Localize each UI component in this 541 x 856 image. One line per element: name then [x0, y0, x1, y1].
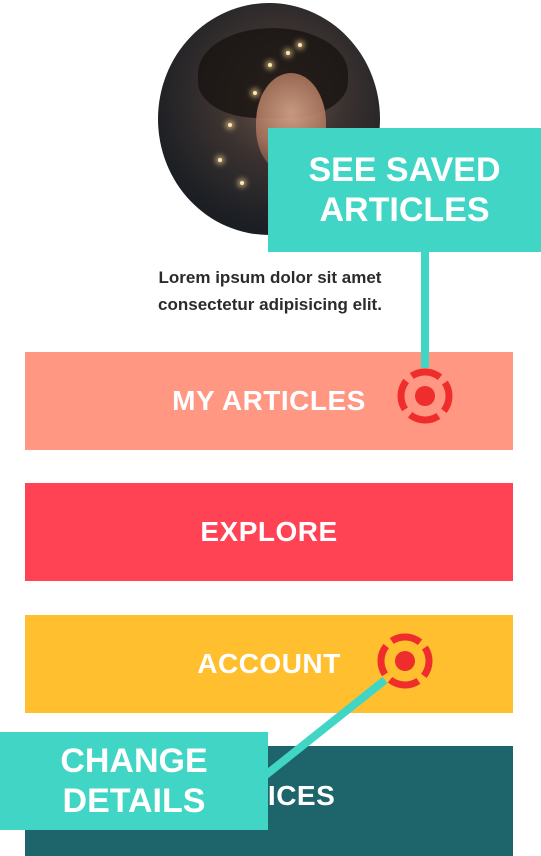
- explore-button[interactable]: EXPLORE: [25, 483, 513, 581]
- avatar-light: [286, 51, 290, 55]
- avatar-light: [298, 43, 302, 47]
- bio-line-2: consectetur adipisicing elit.: [158, 295, 382, 314]
- avatar-light: [268, 63, 272, 67]
- bio-line-1: Lorem ipsum dolor sit amet: [158, 268, 382, 287]
- explore-label: EXPLORE: [200, 516, 338, 547]
- see-saved-articles-callout: SEE SAVED ARTICLES: [268, 128, 541, 252]
- avatar-light: [253, 91, 257, 95]
- change-details-callout: CHANGE DETAILS: [0, 732, 268, 830]
- account-button[interactable]: ACCOUNT: [25, 615, 513, 713]
- avatar-light: [228, 123, 232, 127]
- crosshair-target-icon: [377, 633, 433, 689]
- callout-details-line-2: DETAILS: [62, 782, 206, 820]
- crosshair-target-icon: [397, 368, 453, 424]
- avatar-light: [218, 158, 222, 162]
- callout-saved-line-2: ARTICLES: [319, 191, 490, 229]
- account-label: ACCOUNT: [197, 648, 341, 679]
- profile-bio: Lorem ipsum dolor sit amet consectetur a…: [100, 264, 440, 318]
- callout-saved-line-1: SEE SAVED: [308, 151, 501, 189]
- callout-details-line-1: CHANGE: [60, 742, 208, 780]
- avatar-light: [240, 181, 244, 185]
- my-articles-label: MY ARTICLES: [172, 385, 366, 416]
